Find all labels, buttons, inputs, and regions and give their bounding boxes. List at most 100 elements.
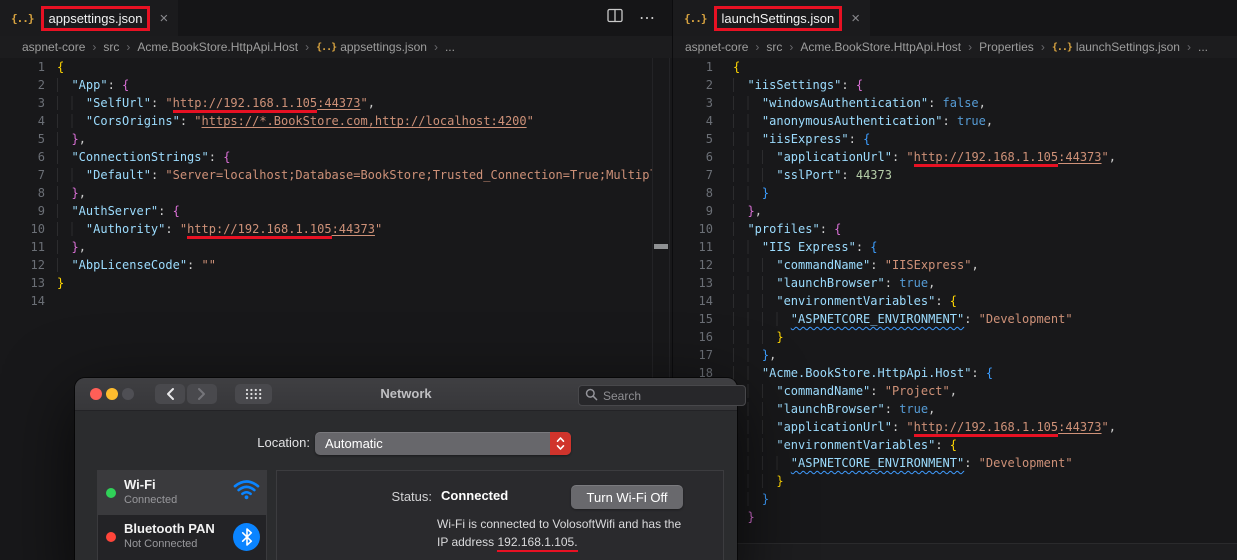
- connection-info-line1: Wi-Fi is connected to VolosoftWifi and h…: [437, 517, 682, 531]
- json-file-icon: {..}: [11, 11, 34, 25]
- breadcrumb-item[interactable]: ...: [445, 40, 455, 54]
- breadcrumb-separator: ›: [968, 40, 973, 54]
- line-number: 11: [30, 240, 45, 254]
- code-line: 7 "Default": "Server=localhost;Database=…: [0, 166, 652, 184]
- code-line: 26 }: [673, 508, 1237, 526]
- line-number: 12: [30, 258, 45, 272]
- code-line: 17 },: [673, 346, 1237, 364]
- tab-launchsettings[interactable]: {..} launchSettings.json ×: [673, 0, 871, 36]
- code-line: 12 "commandName": "IISExpress",: [673, 256, 1237, 274]
- code-line: 18 "Acme.BookStore.HttpApi.Host": {: [673, 364, 1237, 382]
- line-number: 11: [698, 240, 713, 254]
- service-name: Wi-Fi: [124, 477, 156, 492]
- breadcrumb-item[interactable]: aspnet-core: [685, 40, 748, 54]
- line-number: 5: [37, 132, 45, 146]
- line-number: 15: [698, 312, 713, 326]
- json-file-icon: {..}: [684, 11, 707, 25]
- line-number: 3: [37, 96, 45, 110]
- code-line: 1{: [673, 58, 1237, 76]
- code-line: 8 },: [0, 184, 652, 202]
- network-service-row-wifi[interactable]: Wi-Fi Connected: [98, 471, 266, 515]
- tab-bar: {..} appsettings.json × ⋯: [0, 0, 672, 36]
- breadcrumb-item[interactable]: Acme.BookStore.HttpApi.Host: [800, 40, 961, 54]
- close-icon[interactable]: ×: [851, 10, 860, 27]
- status-label: Status:: [391, 489, 432, 504]
- line-number: 3: [705, 96, 713, 110]
- split-editor-icon[interactable]: [607, 8, 623, 28]
- breadcrumb: aspnet-core › src › Acme.BookStore.HttpApi.H…: [0, 36, 672, 58]
- network-services-list: Wi-Fi Connected Bluetooth PAN Not Connected: [97, 470, 267, 560]
- connection-info-line2: IP address 192.168.1.105.: [437, 533, 681, 552]
- search-field[interactable]: Search: [578, 385, 746, 406]
- line-number: 14: [698, 294, 713, 308]
- breadcrumb-item[interactable]: src: [766, 40, 782, 54]
- code-line: 6 "ConnectionStrings": {: [0, 148, 652, 166]
- service-status: Connected: [124, 494, 178, 506]
- breadcrumb-separator: ›: [755, 40, 760, 54]
- line-number: 8: [705, 186, 713, 200]
- breadcrumb-item[interactable]: Acme.BookStore.HttpApi.Host: [137, 40, 298, 54]
- code-line: 21 "applicationUrl": "http://192.168.1.1…: [673, 418, 1237, 437]
- tab-label-annotated: appsettings.json: [40, 5, 151, 31]
- code-line: 8 }: [673, 184, 1237, 202]
- line-number: 16: [698, 330, 713, 344]
- line-number: 10: [30, 222, 45, 236]
- line-number: 9: [37, 204, 45, 218]
- close-icon[interactable]: ×: [159, 10, 168, 27]
- breadcrumb-separator: ›: [433, 40, 438, 54]
- line-number: 6: [37, 150, 45, 164]
- breadcrumb-item[interactable]: ...: [1198, 40, 1208, 54]
- breadcrumb-separator: ›: [1186, 40, 1191, 54]
- line-number: 13: [30, 276, 45, 290]
- network-detail-panel: Status: Connected Turn Wi-Fi Off Wi-Fi i…: [276, 470, 724, 560]
- breadcrumb-item[interactable]: Properties: [979, 40, 1034, 54]
- code-editor[interactable]: 1{2 "iisSettings": {3 "windowsAuthentica…: [673, 58, 1237, 560]
- code-line: 7 "sslPort": 44373: [673, 166, 1237, 184]
- breadcrumb-item[interactable]: {..} appsettings.json: [316, 40, 427, 54]
- more-actions-icon[interactable]: ⋯: [639, 8, 656, 28]
- turn-wifi-off-button[interactable]: Turn Wi-Fi Off: [571, 485, 683, 509]
- code-line: 22 "environmentVariables": {: [673, 436, 1237, 454]
- code-line: 23 "ASPNETCORE_ENVIRONMENT": "Developmen…: [673, 454, 1237, 472]
- code-line: 10 "profiles": {: [673, 220, 1237, 238]
- code-line: 14 "environmentVariables": {: [673, 292, 1237, 310]
- breadcrumb-separator: ›: [1040, 40, 1045, 54]
- code-line: 11 },: [0, 238, 652, 256]
- tab-appsettings[interactable]: {..} appsettings.json ×: [0, 0, 179, 36]
- scrollbar-mark: [654, 244, 668, 249]
- service-name: Bluetooth PAN: [124, 521, 215, 536]
- code-line: 12 "AbpLicenseCode": "": [0, 256, 652, 274]
- code-line: 11 "IIS Express": {: [673, 238, 1237, 256]
- tab-label-annotated: launchSettings.json: [713, 5, 843, 31]
- breadcrumb-separator: ›: [305, 40, 310, 54]
- code-line: 2 "iisSettings": {: [673, 76, 1237, 94]
- breadcrumb-item[interactable]: {..} launchSettings.json: [1052, 40, 1180, 54]
- line-number: 2: [37, 78, 45, 92]
- network-service-row-bluetooth[interactable]: Bluetooth PAN Not Connected: [98, 515, 266, 559]
- window-titlebar[interactable]: Network Search: [75, 378, 746, 411]
- line-number: 1: [705, 60, 713, 74]
- breadcrumb-item[interactable]: aspnet-core: [22, 40, 85, 54]
- line-number: 5: [705, 132, 713, 146]
- line-number: 1: [37, 60, 45, 74]
- line-number: 6: [705, 150, 713, 164]
- location-dropdown[interactable]: Automatic: [315, 432, 571, 455]
- line-number: 14: [30, 294, 45, 308]
- editor-actions: ⋯: [607, 8, 672, 28]
- code-line: 19 "commandName": "Project",: [673, 382, 1237, 400]
- json-file-icon: {..}: [1051, 41, 1073, 53]
- code-line: 5 "iisExpress": {: [673, 130, 1237, 148]
- line-number: 7: [37, 168, 45, 182]
- line-number: 7: [705, 168, 713, 182]
- line-number: 4: [705, 114, 713, 128]
- code-line: 1{: [0, 58, 652, 76]
- breadcrumb-separator: ›: [92, 40, 97, 54]
- network-window: Network Search Location: Automatic Wi-Fi…: [75, 378, 746, 560]
- line-number: 10: [698, 222, 713, 236]
- line-number: 8: [37, 186, 45, 200]
- code-line: 14: [0, 292, 652, 310]
- breadcrumb-item[interactable]: src: [103, 40, 119, 54]
- line-number: 12: [698, 258, 713, 272]
- code-line: 20 "launchBrowser": true,: [673, 400, 1237, 418]
- tab-bar: {..} launchSettings.json ×: [673, 0, 1237, 36]
